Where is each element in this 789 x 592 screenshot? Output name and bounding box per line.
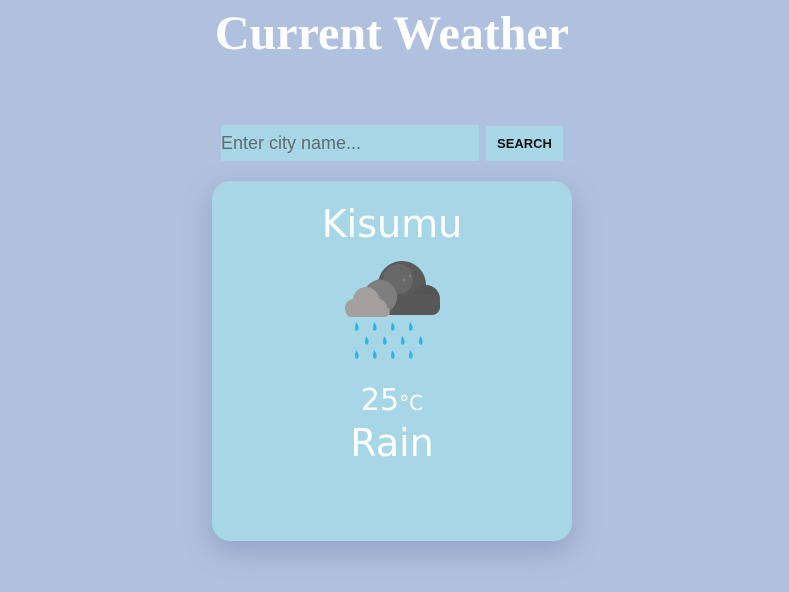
raindrop	[391, 322, 395, 331]
temperature-value: 25	[360, 383, 400, 418]
raindrop	[383, 336, 387, 345]
rain-cloud-icon	[345, 261, 440, 359]
raindrop	[355, 350, 359, 359]
page-title: Current Weather	[214, 7, 570, 60]
raindrop	[373, 322, 377, 331]
raindrop	[365, 336, 369, 345]
raindrop	[355, 322, 359, 331]
raindrop	[391, 350, 395, 359]
raindrop	[409, 322, 413, 331]
weather-card: Kisumu 25°C Rain	[212, 181, 572, 541]
city-name: Kisumu	[321, 202, 463, 246]
raindrop	[419, 336, 423, 345]
raindrop	[401, 336, 405, 345]
weather-condition: Rain	[350, 421, 434, 465]
raindrop	[409, 350, 413, 359]
search-button[interactable]: SEARCH	[486, 126, 563, 161]
raindrop	[373, 350, 377, 359]
city-search-input[interactable]	[221, 125, 479, 161]
temperature-unit: °C	[399, 391, 424, 415]
